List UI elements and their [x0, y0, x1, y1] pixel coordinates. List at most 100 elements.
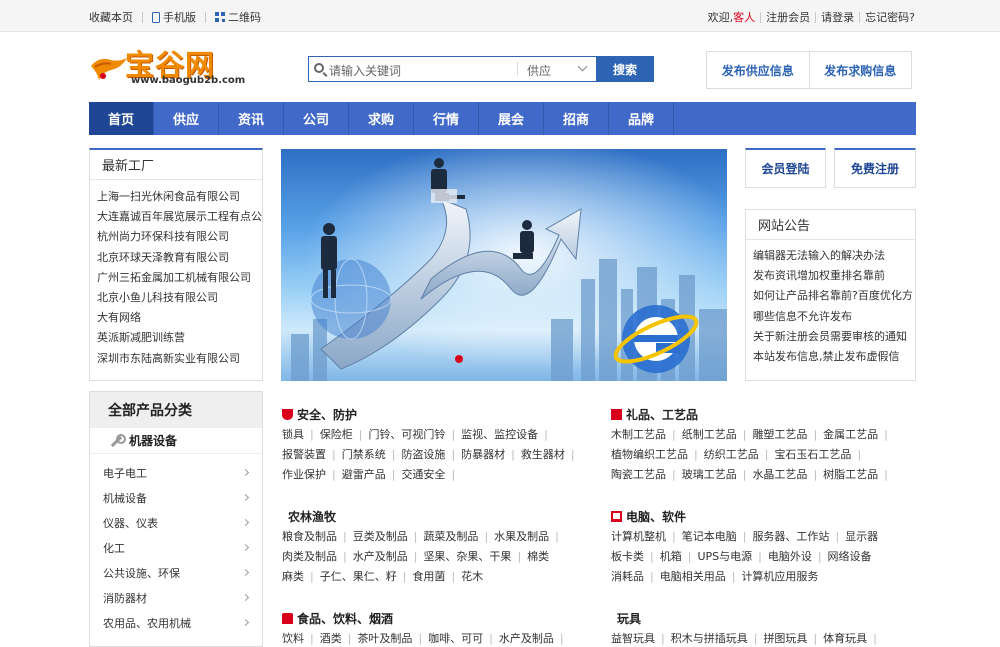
- block-link[interactable]: 豆类及制品: [353, 527, 408, 547]
- search-button[interactable]: 搜索: [596, 56, 654, 82]
- block-link[interactable]: 棉类: [527, 547, 549, 567]
- notice-item[interactable]: 发布资讯增加权重排名靠前: [753, 266, 915, 286]
- category-item[interactable]: 电子电工: [90, 460, 262, 485]
- block-link[interactable]: 水产及制品: [499, 629, 554, 647]
- block-link[interactable]: 拼图玩具: [763, 629, 807, 647]
- block-link[interactable]: 咖啡、可可: [428, 629, 483, 647]
- block-link[interactable]: 防盗设施: [401, 445, 445, 465]
- block-link[interactable]: 避雷产品: [342, 465, 386, 485]
- publish-supply-button[interactable]: 发布供应信息: [707, 52, 809, 88]
- category-sub-header[interactable]: 机器设备: [90, 428, 262, 454]
- category-item[interactable]: 公共设施、环保: [90, 560, 262, 585]
- block-link[interactable]: 金属工艺品: [823, 425, 878, 445]
- category-item[interactable]: 化工: [90, 535, 262, 560]
- nav-exhibition[interactable]: 展会: [479, 102, 544, 135]
- block-link[interactable]: 电脑外设: [768, 547, 812, 567]
- block-link[interactable]: 积木与拼插玩具: [671, 629, 748, 647]
- login-link[interactable]: 请登录: [821, 9, 854, 25]
- category-item[interactable]: 消防器材: [90, 585, 262, 610]
- block-link[interactable]: 服务器、工作站: [752, 527, 829, 547]
- site-logo[interactable]: 宝谷网 www.baogub2b.com: [89, 44, 249, 88]
- factory-item[interactable]: 北京环球天泽教育有限公司: [97, 248, 262, 268]
- factory-item[interactable]: 上海一扫光休闲食品有限公司: [97, 187, 262, 207]
- factory-item[interactable]: 大有网络: [97, 308, 262, 328]
- block-link[interactable]: 交通安全: [401, 465, 445, 485]
- block-link[interactable]: 网络设备: [828, 547, 872, 567]
- block-link[interactable]: 显示器: [845, 527, 878, 547]
- nav-news[interactable]: 资讯: [219, 102, 284, 135]
- register-link[interactable]: 注册会员: [766, 9, 810, 25]
- block-link[interactable]: 作业保护: [282, 465, 326, 485]
- block-link[interactable]: 门铃、可视门铃: [368, 425, 445, 445]
- carousel-dot[interactable]: [455, 355, 463, 363]
- factory-item[interactable]: 深圳市东陆高新实业有限公司: [97, 349, 262, 369]
- block-title[interactable]: 安全、防护: [282, 404, 581, 424]
- notice-item[interactable]: 本站发布信息,禁止发布虚假信: [753, 347, 915, 367]
- nav-home[interactable]: 首页: [89, 102, 154, 135]
- block-link[interactable]: 电脑相关用品: [660, 567, 726, 587]
- mobile-link[interactable]: 手机版: [152, 9, 196, 25]
- category-item[interactable]: 机械设备: [90, 485, 262, 510]
- block-title[interactable]: 电脑、软件: [611, 506, 878, 526]
- block-link[interactable]: 水晶工艺品: [752, 465, 807, 485]
- block-link[interactable]: 纸制工艺品: [682, 425, 737, 445]
- block-title[interactable]: 玩具: [617, 608, 883, 628]
- block-link[interactable]: 消耗品: [611, 567, 644, 587]
- nav-company[interactable]: 公司: [284, 102, 349, 135]
- block-link[interactable]: 防暴器材: [461, 445, 505, 465]
- block-link[interactable]: 纺织工艺品: [704, 445, 759, 465]
- block-link[interactable]: 玻璃工艺品: [682, 465, 737, 485]
- block-link[interactable]: 益智玩具: [611, 629, 655, 647]
- block-link[interactable]: 水产及制品: [353, 547, 408, 567]
- block-link[interactable]: 麻类: [282, 567, 304, 587]
- nav-brand[interactable]: 品牌: [609, 102, 674, 135]
- block-link[interactable]: 计算机应用服务: [741, 567, 818, 587]
- block-link[interactable]: 花木: [461, 567, 483, 587]
- factory-item[interactable]: 大连嘉诚百年展览展示工程有点公: [97, 207, 262, 227]
- block-title[interactable]: 礼品、工艺品: [611, 404, 894, 424]
- block-link[interactable]: 宝石玉石工艺品: [774, 445, 851, 465]
- forgot-password-link[interactable]: 忘记密码?: [865, 9, 915, 25]
- block-link[interactable]: 计算机整机: [611, 527, 666, 547]
- block-link[interactable]: UPS与电源: [697, 547, 752, 567]
- block-link[interactable]: 肉类及制品: [282, 547, 337, 567]
- block-link[interactable]: 水果及制品: [494, 527, 549, 547]
- chevron-down-icon[interactable]: [577, 61, 588, 72]
- block-link[interactable]: 植物编织工艺品: [611, 445, 688, 465]
- category-item[interactable]: 仪器、仪表: [90, 510, 262, 535]
- block-title[interactable]: 农林渔牧: [288, 506, 565, 526]
- block-link[interactable]: 保险柜: [320, 425, 353, 445]
- block-link[interactable]: 陶瓷工艺品: [611, 465, 666, 485]
- block-link[interactable]: 板卡类: [611, 547, 644, 567]
- nav-investment[interactable]: 招商: [544, 102, 609, 135]
- block-link[interactable]: 粮食及制品: [282, 527, 337, 547]
- nav-market[interactable]: 行情: [414, 102, 479, 135]
- factory-item[interactable]: 英派斯减肥训练营: [97, 328, 262, 348]
- search-input[interactable]: 请输入关键词: [329, 62, 401, 79]
- notice-item[interactable]: 如何让产品排名靠前?百度优化方: [753, 286, 915, 306]
- block-link[interactable]: 坚果、杂果、干果: [423, 547, 511, 567]
- block-link[interactable]: 子仁、果仁、籽: [320, 567, 397, 587]
- block-link[interactable]: 茶叶及制品: [357, 629, 412, 647]
- member-login-button[interactable]: 会员登陆: [745, 148, 826, 188]
- block-link[interactable]: 门禁系统: [342, 445, 386, 465]
- block-link[interactable]: 树脂工艺品: [823, 465, 878, 485]
- block-link[interactable]: 锁具: [282, 425, 304, 445]
- category-item[interactable]: 农用品、农用机械: [90, 610, 262, 635]
- block-link[interactable]: 木制工艺品: [611, 425, 666, 445]
- search-type-select[interactable]: 供应: [527, 62, 551, 79]
- block-link[interactable]: 雕塑工艺品: [752, 425, 807, 445]
- block-link[interactable]: 监视、监控设备: [461, 425, 538, 445]
- block-link[interactable]: 蔬菜及制品: [423, 527, 478, 547]
- nav-supply[interactable]: 供应: [154, 102, 219, 135]
- block-title[interactable]: 食品、饮料、烟酒: [282, 608, 570, 628]
- free-register-button[interactable]: 免费注册: [834, 148, 916, 188]
- block-link[interactable]: 体育玩具: [823, 629, 867, 647]
- factory-item[interactable]: 杭州尚力环保科技有限公司: [97, 227, 262, 247]
- qrcode-link[interactable]: 二维码: [215, 9, 261, 25]
- notice-item[interactable]: 编辑器无法输入的解决办法: [753, 246, 915, 266]
- notice-item[interactable]: 关于新注册会员需要审核的通知: [753, 327, 915, 347]
- factory-item[interactable]: 广州三拓金属加工机械有限公司: [97, 268, 262, 288]
- block-link[interactable]: 酒类: [320, 629, 342, 647]
- block-link[interactable]: 报警装置: [282, 445, 326, 465]
